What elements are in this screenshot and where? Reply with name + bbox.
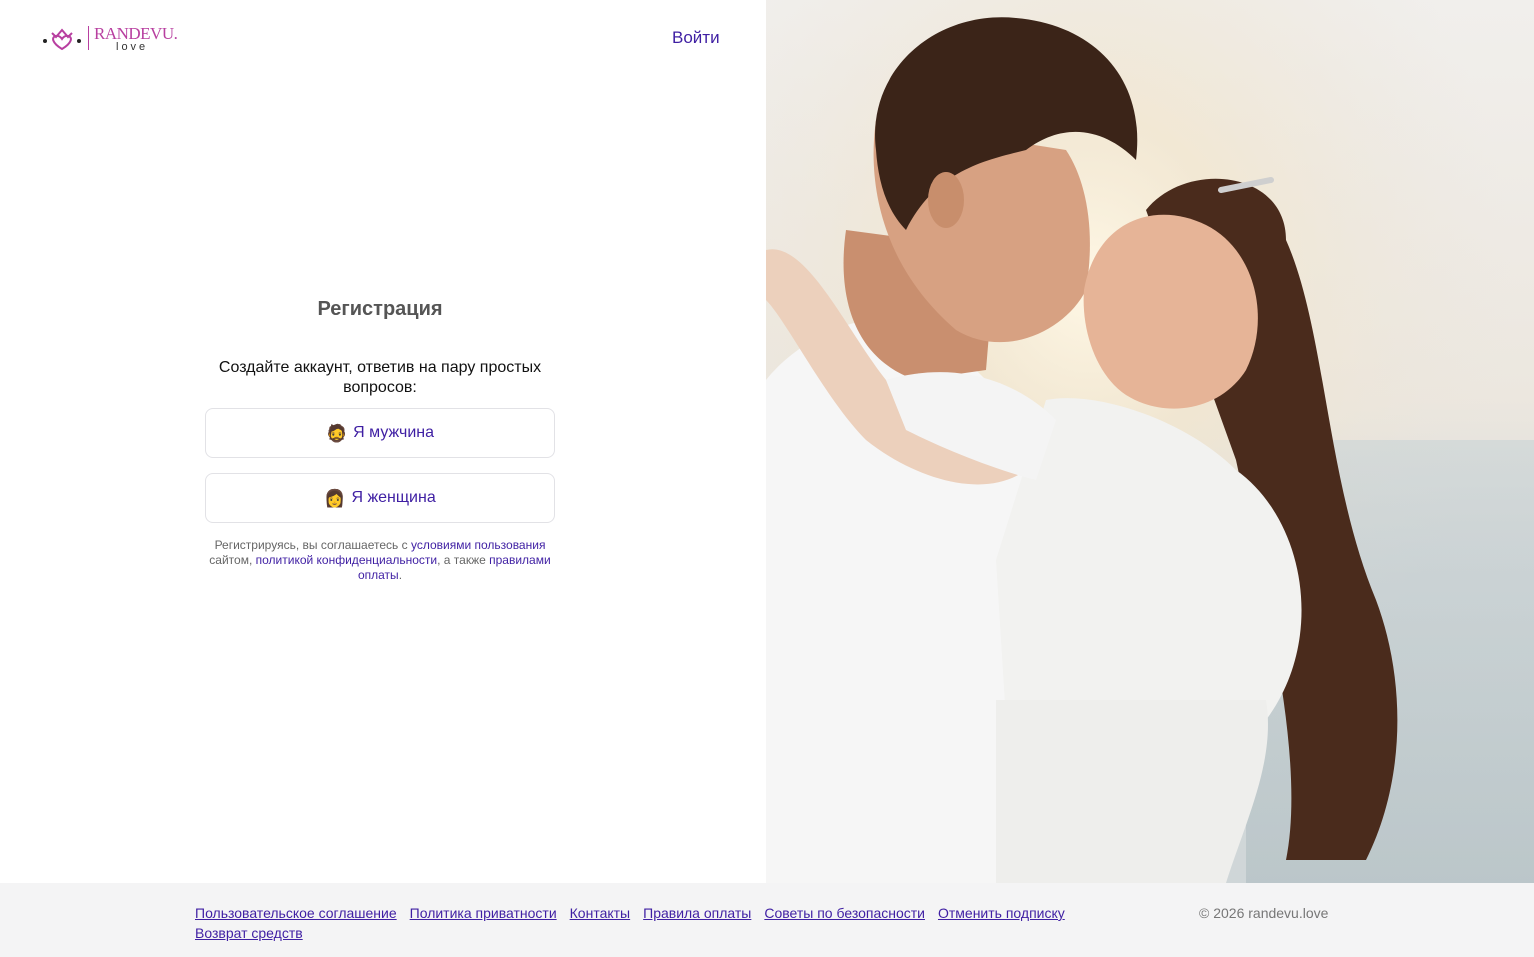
i-am-woman-button[interactable]: 👩 Я женщина	[205, 473, 555, 523]
logo-wordmark: RANDEVU. love	[88, 22, 180, 56]
i-am-man-label: Я мужчина	[353, 424, 435, 441]
i-am-man-button[interactable]: 🧔 Я мужчина	[205, 408, 555, 458]
login-link[interactable]: Войти	[672, 28, 720, 48]
footer-link-privacy-policy[interactable]: Политика приватности	[410, 905, 557, 921]
couple-illustration	[766, 0, 1534, 883]
logo-sub-text: love	[116, 41, 149, 53]
footer-link-safety-tips[interactable]: Советы по безопасности	[764, 905, 925, 921]
woman-emoji-icon: 👩	[324, 488, 346, 508]
footer-link-refund[interactable]: Возврат средств	[195, 925, 303, 941]
site-logo[interactable]: RANDEVU. love	[42, 22, 182, 56]
man-emoji-icon: 🧔	[325, 423, 348, 443]
footer-link-contacts[interactable]: Контакты	[570, 905, 630, 921]
terms-text-3: , а также	[437, 553, 490, 567]
hero-couple-photo	[766, 0, 1534, 883]
footer-link-cancel-subscription[interactable]: Отменить подписку	[938, 905, 1065, 921]
crown-heart-icon	[43, 28, 81, 51]
page-title: Регистрация	[317, 298, 443, 320]
registration-panel: RANDEVU. love Войти Регистрация Создайте…	[0, 0, 766, 883]
terms-text-2: сайтом,	[209, 553, 256, 567]
terms-notice: Регистрируясь, вы соглашаетесь с условия…	[205, 538, 555, 583]
footer: Пользовательское соглашение Политика прив…	[0, 883, 1534, 957]
terms-text-4: .	[398, 568, 403, 582]
footer-link-payment-rules[interactable]: Правила оплаты	[643, 905, 751, 921]
terms-of-use-link[interactable]: условиями пользования	[411, 538, 545, 552]
logo-divider	[88, 26, 89, 50]
privacy-policy-link[interactable]: политикой конфиденциальности	[256, 553, 437, 567]
registration-subtitle: Создайте аккаунт, ответив на пару просты…	[218, 359, 542, 396]
footer-link-user-agreement[interactable]: Пользовательское соглашение	[195, 905, 397, 921]
terms-text-1: Регистрируясь, вы соглашаетесь с	[214, 538, 411, 552]
footer-links: Пользовательское соглашение Политика прив…	[195, 903, 1155, 943]
i-am-woman-label: Я женщина	[351, 489, 436, 506]
copyright-text: © 2026 randevu.love	[1199, 905, 1329, 921]
page: RANDEVU. love Войти Регистрация Создайте…	[0, 0, 1534, 957]
